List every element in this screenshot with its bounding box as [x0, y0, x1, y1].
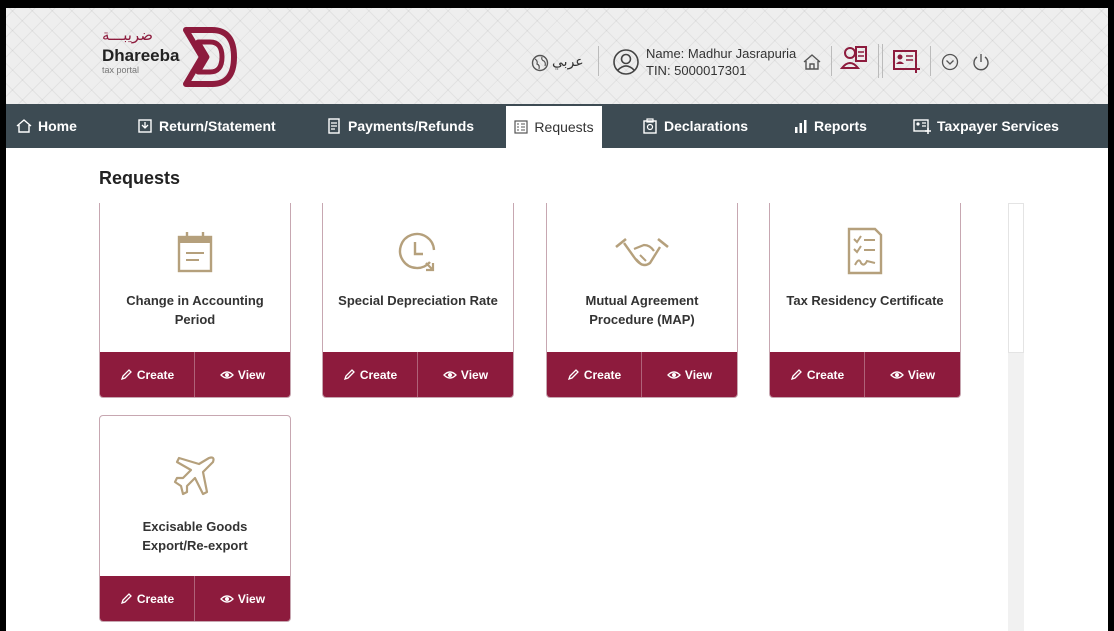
card-title: Special Depreciation Rate: [338, 293, 498, 308]
user-name: Name: Madhur Jasrapuria: [646, 46, 797, 61]
user-avatar-icon[interactable]: [612, 48, 640, 76]
home-icon: [16, 119, 32, 133]
card-actions: Create View: [547, 352, 737, 397]
home-icon[interactable]: [802, 52, 822, 72]
taxpayer-services-icon: [913, 119, 931, 134]
scrollbar-thumb[interactable]: [1008, 203, 1024, 353]
main-nav: Home Return/Statement Payments/Refunds R…: [6, 104, 1108, 148]
request-card-mutual-agreement-procedure: Mutual Agreement Procedure (MAP) Create …: [546, 203, 738, 398]
view-label: View: [237, 591, 266, 606]
create-button[interactable]: Create: [100, 352, 195, 397]
card-title: Mutual Agreement Procedure (MAP): [585, 293, 699, 327]
view-button[interactable]: View: [195, 352, 290, 397]
eye-icon: [220, 594, 234, 603]
globe-icon[interactable]: [531, 54, 549, 72]
requests-icon: [514, 120, 529, 134]
nav-label: Reports: [814, 118, 867, 134]
view-label: View: [460, 367, 489, 382]
divider: [930, 46, 931, 76]
clock-arrow-icon: [398, 232, 436, 272]
view-label: View: [237, 367, 266, 382]
divider: [831, 46, 832, 76]
pencil-icon: [567, 369, 579, 381]
nav-label: Return/Statement: [159, 118, 276, 134]
view-label: View: [684, 367, 713, 382]
nav-label: Declarations: [664, 118, 749, 134]
nav-item-taxpayer-services[interactable]: Taxpayer Services: [913, 104, 1059, 148]
request-card-tax-residency-certificate: Tax Residency Certificate Create View: [769, 203, 961, 398]
create-button[interactable]: Create: [770, 352, 865, 397]
card-actions: Create View: [770, 352, 960, 397]
card-title: Change in Accounting Period: [126, 293, 264, 327]
create-label: Create: [136, 591, 175, 606]
pencil-icon: [120, 593, 132, 605]
airplane-icon: [173, 456, 215, 496]
request-card-special-depreciation-rate: Special Depreciation Rate Create View: [322, 203, 514, 398]
view-button[interactable]: View: [418, 352, 513, 397]
nav-label: Payments/Refunds: [348, 118, 475, 134]
eye-icon: [443, 370, 457, 379]
logo-name: Dhareeba: [102, 46, 180, 65]
eye-icon: [667, 370, 681, 379]
eye-icon: [890, 370, 904, 379]
nav-item-return-statement[interactable]: Return/Statement: [137, 104, 276, 148]
create-label: Create: [806, 367, 845, 382]
nav-label: Taxpayer Services: [937, 118, 1059, 134]
nav-item-reports[interactable]: Reports: [794, 104, 867, 148]
declarations-icon: [643, 118, 657, 134]
calendar-icon: [177, 232, 213, 273]
card-actions: Create View: [100, 576, 290, 621]
create-button[interactable]: Create: [323, 352, 418, 397]
dhareeba-logo-icon[interactable]: [180, 24, 238, 90]
view-button[interactable]: View: [642, 352, 737, 397]
pencil-icon: [790, 369, 802, 381]
logo-subtitle: tax portal: [102, 65, 140, 75]
language-switch[interactable]: عربي: [552, 54, 584, 70]
pencil-icon: [120, 369, 132, 381]
card-title: Tax Residency Certificate: [786, 293, 944, 308]
checklist-icon: [847, 227, 883, 275]
nav-item-requests[interactable]: Requests: [506, 104, 602, 148]
divider: [882, 44, 883, 78]
create-label: Create: [136, 367, 175, 382]
user-tin: TIN: 5000017301: [646, 63, 747, 78]
create-label: Create: [359, 367, 398, 382]
return-icon: [138, 119, 152, 133]
nav-item-payments-refunds[interactable]: Payments/Refunds: [326, 104, 474, 148]
divider: [598, 46, 599, 76]
divider: [878, 44, 879, 78]
app-window: ضريبـــة Dhareeba tax portal عربي Name: …: [6, 8, 1108, 631]
handshake-icon: [615, 237, 669, 267]
nav-item-home[interactable]: Home: [16, 104, 77, 148]
reports-icon: [795, 120, 807, 133]
request-card-excisable-goods-export: Excisable Goods Export/Re-export Create …: [99, 415, 291, 622]
chevron-down-icon[interactable]: [941, 53, 959, 71]
eye-icon: [220, 370, 234, 379]
create-button[interactable]: Create: [100, 576, 195, 621]
logo-arabic-text: ضريبـــة: [102, 26, 153, 44]
nav-item-declarations[interactable]: Declarations: [642, 104, 748, 148]
create-label: Create: [583, 367, 622, 382]
card-actions: Create View: [323, 352, 513, 397]
page-title: Requests: [99, 168, 181, 188]
pencil-icon: [343, 369, 355, 381]
card-actions: Create View: [100, 352, 290, 397]
nav-label: Requests: [534, 119, 594, 135]
header: ضريبـــة Dhareeba tax portal عربي Name: …: [6, 8, 1108, 104]
switch-user-icon[interactable]: [840, 44, 868, 74]
create-button[interactable]: Create: [547, 352, 642, 397]
view-button[interactable]: View: [865, 352, 960, 397]
view-button[interactable]: View: [195, 576, 290, 621]
request-card-change-accounting-period: Change in Accounting Period Create View: [99, 203, 291, 398]
card-title: Excisable Goods Export/Re-export: [142, 519, 248, 553]
power-icon[interactable]: [972, 52, 990, 72]
view-label: View: [907, 367, 936, 382]
payments-icon: [328, 118, 340, 134]
profile-card-icon[interactable]: [892, 48, 922, 74]
nav-label: Home: [38, 118, 77, 134]
